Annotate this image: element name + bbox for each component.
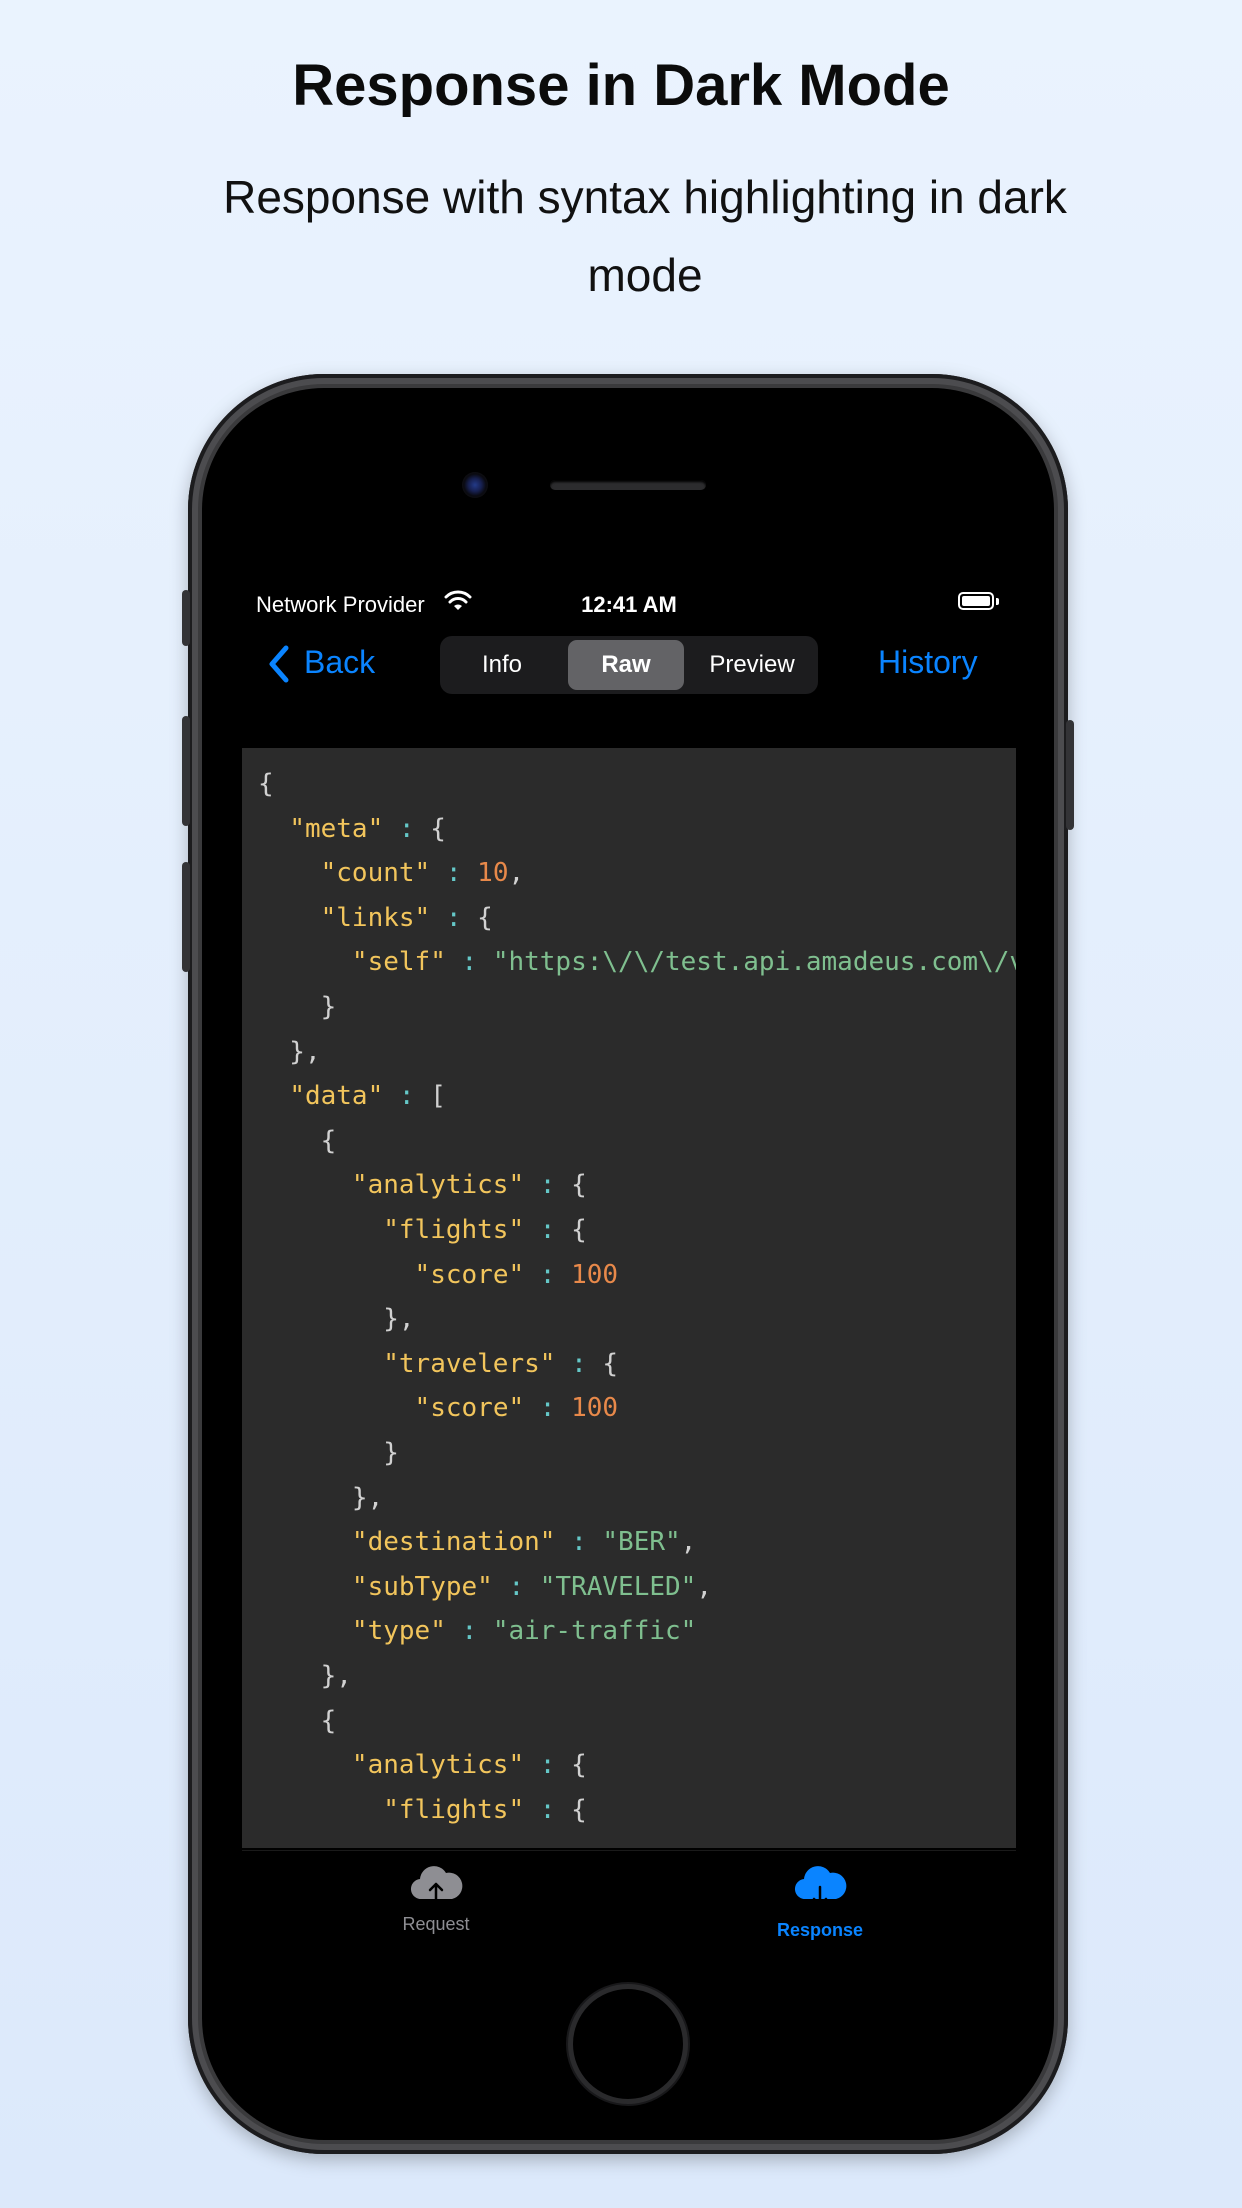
front-camera	[462, 472, 488, 498]
code-line: "analytics" : {	[351, 1170, 587, 1201]
tab-response[interactable]: Response	[720, 1863, 920, 1941]
back-label: Back	[304, 644, 376, 680]
code-line: "flights" : {	[383, 1794, 587, 1825]
cloud-upload-icon	[410, 1866, 463, 1901]
promo-subtitle: Response with syntax highlighting in dar…	[223, 171, 1067, 301]
code-line: {	[258, 1705, 337, 1736]
code-line: "score" : 100	[414, 1259, 619, 1290]
code-line: "flights" : {	[383, 1215, 587, 1245]
tab-request-label: Request	[402, 1914, 470, 1934]
code-line: },	[258, 1036, 321, 1067]
code-line: "links" : {	[320, 902, 493, 933]
segment-preview[interactable]: Preview	[690, 640, 814, 690]
volume-down-button	[182, 862, 190, 972]
status-bar: Network Provider 12:41 AM	[242, 580, 1016, 624]
code-line: },	[258, 1661, 352, 1691]
code-line: "subType" : "TRAVELED",	[351, 1571, 712, 1602]
code-line: },	[258, 1304, 415, 1335]
cloud-download-icon	[794, 1866, 847, 1907]
promo-title: Response in Dark Mode	[292, 53, 950, 118]
code-line: }	[258, 992, 337, 1022]
tab-response-label: Response	[776, 1920, 864, 1940]
navigation-bar: Back Info Raw Preview History	[242, 624, 1016, 744]
power-button	[1066, 720, 1074, 830]
tab-request[interactable]: Request	[336, 1863, 536, 1935]
mute-switch	[182, 590, 190, 646]
code-line: "self" : "https:\/\/test.api.amadeus.com…	[351, 947, 1016, 978]
chevron-left-icon	[269, 645, 289, 683]
code-line: "travelers" : {	[383, 1348, 619, 1379]
home-button[interactable]	[568, 1984, 688, 2104]
earpiece-speaker	[550, 480, 706, 490]
response-code-view[interactable]: { "meta" : { "count" : 10, "links" : { "…	[242, 748, 1016, 1848]
code-line: "count" : 10,	[320, 858, 525, 889]
history-button[interactable]: History	[878, 644, 978, 681]
code-line: "destination" : "BER",	[351, 1527, 697, 1558]
code-line: "analytics" : {	[351, 1750, 587, 1781]
battery-tip	[996, 598, 999, 605]
app-screen: Network Provider 12:41 AM Back Info Raw …	[242, 580, 1016, 1952]
code-line: "data" : [	[289, 1081, 446, 1112]
code-line: }	[258, 1438, 399, 1468]
battery-icon	[958, 592, 994, 610]
code-line: },	[258, 1482, 384, 1513]
code-line: "type" : "air-traffic"	[351, 1616, 697, 1647]
tab-bar: Request Response	[242, 1850, 1016, 1952]
code-line: "meta" : {	[289, 813, 446, 844]
view-mode-segmented-control: Info Raw Preview	[440, 636, 818, 694]
volume-up-button	[182, 716, 190, 826]
segment-info[interactable]: Info	[444, 640, 560, 690]
segment-raw[interactable]: Raw	[568, 640, 684, 690]
code-line: {	[258, 1125, 337, 1156]
code-line: {	[258, 769, 274, 799]
code-line: "score" : 100	[414, 1393, 619, 1424]
status-time: 12:41 AM	[581, 592, 677, 617]
